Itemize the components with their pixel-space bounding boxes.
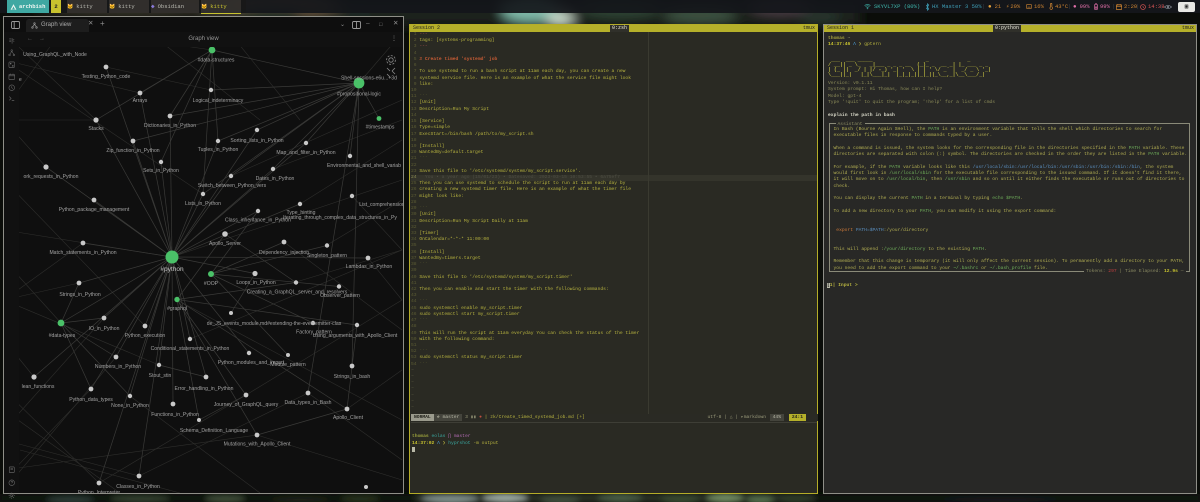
svg-text:Switch_between_Python_vers: Switch_between_Python_vers (198, 183, 267, 189)
svg-text:Dependency_injection: Dependency_injection (259, 250, 309, 256)
svg-text:Class_inheritance_in_Python: Class_inheritance_in_Python (225, 218, 291, 224)
svg-text:Numbers_in_Python: Numbers_in_Python (95, 364, 141, 370)
svg-text:Shell-sessions-e6u...+3d: Shell-sessions-e6u...+3d (341, 76, 397, 82)
svg-text:#data-types: #data-types (49, 333, 76, 339)
svg-text:Lambdas_in_Python: Lambdas_in_Python (346, 264, 393, 270)
svg-text:Sorting_lists_in_Python: Sorting_lists_in_Python (230, 138, 283, 144)
svg-text:Using_GraphQL_with_Node: Using_GraphQL_with_Node (23, 52, 87, 58)
svg-text:Stacks: Stacks (88, 126, 104, 132)
svg-text:Classes_in_Python: Classes_in_Python (116, 484, 160, 490)
svg-text:Conditional_statements_in_Pyth: Conditional_statements_in_Python (151, 346, 230, 352)
svg-text:Data_types_in_Bash: Data_types_in_Bash (284, 400, 331, 406)
svg-text:Strings_in_bash: Strings_in_bash (334, 374, 371, 380)
svg-text:Singleton_pattern: Singleton_pattern (307, 253, 347, 259)
svg-text:Module_pattern: Module_pattern (270, 362, 306, 368)
svg-text:Mutations_with_Apollo_Client: Mutations_with_Apollo_Client (224, 442, 291, 448)
svg-text:Functions_in_Python: Functions_in_Python (151, 412, 199, 418)
svg-text:Loops_in_Python: Loops_in_Python (236, 280, 276, 286)
svg-text:Python_Interpreter: Python_Interpreter (78, 490, 120, 493)
svg-text:IO_in_Python: IO_in_Python (89, 326, 120, 332)
svg-text:List_comprehension: List_comprehension (359, 202, 403, 208)
svg-text:Map_and_filter_in_Python: Map_and_filter_in_Python (276, 150, 335, 156)
svg-text:Observer_pattern: Observer_pattern (320, 293, 360, 299)
svg-text:Schema_Definition_Language: Schema_Definition_Language (180, 428, 248, 434)
svg-text:Python_execution: Python_execution (125, 333, 166, 339)
svg-text:#propositional-logic: #propositional-logic (337, 92, 381, 98)
svg-text:Iterating_through_complex_data: Iterating_through_complex_data_structure… (283, 215, 397, 221)
svg-text:Journey_of_GraphQL_query: Journey_of_GraphQL_query (214, 402, 279, 408)
svg-text:Tuples_in_Python: Tuples_in_Python (198, 147, 239, 153)
svg-text:Python_package_management: Python_package_management (59, 207, 130, 213)
svg-text:#OOP: #OOP (204, 281, 219, 287)
svg-text:Apollo_Client: Apollo_Client (333, 415, 364, 421)
svg-text:#timestamps: #timestamps (366, 125, 395, 131)
svg-text:#python: #python (160, 266, 184, 273)
svg-text:#data-structures: #data-structures (198, 58, 235, 64)
svg-text:lean_functions: lean_functions (22, 384, 55, 390)
svg-text:Logical_indeterminacy: Logical_indeterminacy (193, 98, 244, 104)
svg-text:Apollo_Server: Apollo_Server (209, 241, 241, 247)
svg-text:Environmental_and_shell_variab: Environmental_and_shell_variab (327, 163, 401, 169)
svg-text:Python_data_types: Python_data_types (69, 397, 113, 403)
svg-text:Error_handling_in_Python: Error_handling_in_Python (175, 386, 234, 392)
svg-text:Using_arguments_with_Apollo_Cl: Using_arguments_with_Apollo_Client (313, 333, 398, 339)
svg-text:Dictionaries_in_Python: Dictionaries_in_Python (144, 123, 196, 129)
svg-text:Strings_in_Python: Strings_in_Python (59, 292, 101, 298)
svg-text:Zip_function_in_Python: Zip_function_in_Python (106, 148, 159, 154)
svg-text:None_in_Python: None_in_Python (111, 403, 149, 409)
svg-text:Stout_stin: Stout_stin (149, 373, 172, 379)
svg-text:Match_statements_in_Python: Match_statements_in_Python (49, 250, 116, 256)
svg-text:Dates_in_Python: Dates_in_Python (256, 176, 295, 182)
svg-text:ork_requests_in_Python: ork_requests_in_Python (24, 174, 79, 180)
svg-text:Sets_in_Python: Sets_in_Python (143, 168, 179, 174)
svg-text:Testing_Python_code: Testing_Python_code (82, 74, 131, 80)
svg-text:de_JS_events_module.md#extendi: de_JS_events_module.md#extending-the-eve… (207, 321, 342, 327)
svg-text:Lists_in_Python: Lists_in_Python (185, 201, 221, 207)
svg-text:#graphql: #graphql (167, 306, 187, 312)
svg-text:Arrays: Arrays (133, 98, 148, 104)
